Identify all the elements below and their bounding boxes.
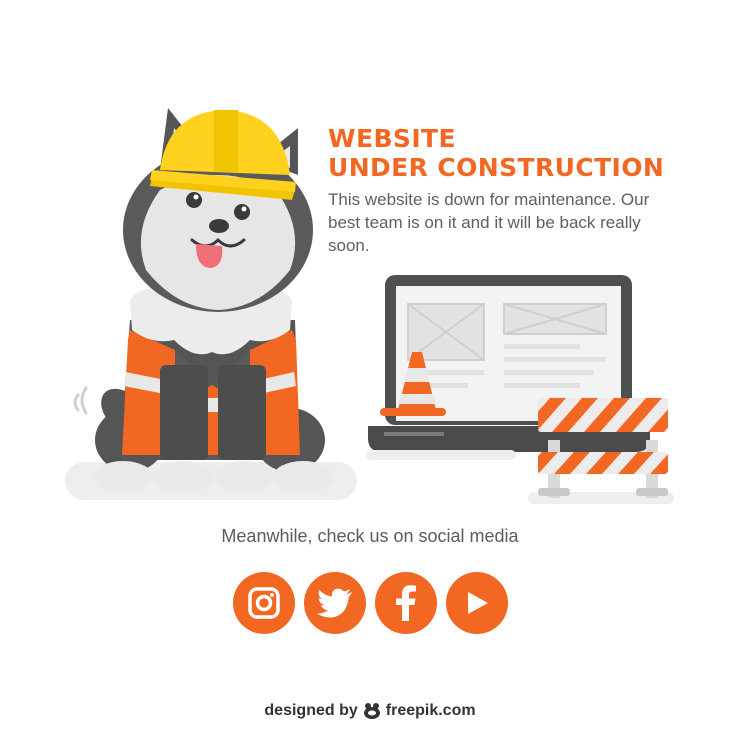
under-construction-page: WEBSITE UNDER CONSTRUCTION This website … — [0, 0, 740, 740]
credit-prefix: designed by — [264, 702, 358, 719]
title-line-2: UNDER CONSTRUCTION — [328, 153, 665, 182]
instagram-icon — [248, 587, 280, 619]
instagram-button[interactable] — [233, 572, 295, 634]
twitter-button[interactable] — [304, 572, 366, 634]
husky-dog-illustration — [65, 108, 357, 500]
social-buttons — [233, 572, 508, 634]
title-line-1: WEBSITE — [328, 124, 456, 153]
twitter-icon — [317, 588, 352, 618]
youtube-play-icon — [468, 592, 488, 614]
social-caption: Meanwhile, check us on social media — [221, 526, 519, 546]
page-title: WEBSITE UNDER CONSTRUCTION — [328, 124, 664, 182]
youtube-button[interactable] — [446, 572, 508, 634]
credit-brand: freepik.com — [385, 702, 476, 719]
freepik-logo-icon — [363, 703, 380, 719]
maintenance-description: This website is down for maintenance. Ou… — [328, 190, 650, 255]
facebook-icon — [396, 585, 416, 621]
freepik-credit[interactable]: designed by freepik.com — [0, 702, 740, 720]
facebook-button[interactable] — [375, 572, 437, 634]
